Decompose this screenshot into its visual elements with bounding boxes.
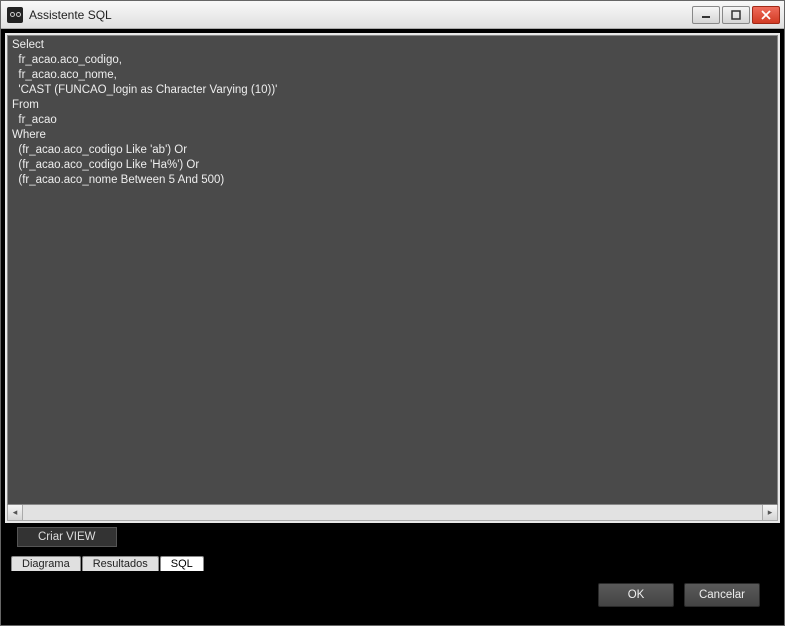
tab-sql[interactable]: SQL: [160, 556, 204, 571]
minimize-icon: [701, 10, 711, 20]
titlebar[interactable]: Assistente SQL: [1, 1, 784, 29]
create-view-button[interactable]: Criar VIEW: [17, 527, 117, 547]
app-icon: [7, 7, 23, 23]
sql-editor[interactable]: Select fr_acao.aco_codigo, fr_acao.aco_n…: [7, 35, 778, 505]
toolbar: Criar VIEW: [5, 523, 780, 551]
tab-bar: Diagrama Resultados SQL: [5, 551, 780, 571]
close-icon: [761, 10, 771, 20]
scroll-right-button[interactable]: ▸: [762, 505, 778, 520]
maximize-button[interactable]: [722, 6, 750, 24]
window-title: Assistente SQL: [29, 8, 692, 22]
dialog-buttons: OK Cancelar: [5, 571, 780, 619]
app-window: Assistente SQL Select fr_acao.aco_codigo…: [0, 0, 785, 626]
ok-button[interactable]: OK: [598, 583, 674, 607]
editor-panel: Select fr_acao.aco_codigo, fr_acao.aco_n…: [5, 33, 780, 523]
cancel-button[interactable]: Cancelar: [684, 583, 760, 607]
client-area: Select fr_acao.aco_codigo, fr_acao.aco_n…: [1, 29, 784, 625]
tab-resultados[interactable]: Resultados: [82, 556, 159, 571]
minimize-button[interactable]: [692, 6, 720, 24]
tab-diagrama[interactable]: Diagrama: [11, 556, 81, 571]
window-controls: [692, 6, 780, 24]
close-button[interactable]: [752, 6, 780, 24]
scroll-left-button[interactable]: ◂: [7, 505, 23, 520]
maximize-icon: [731, 10, 741, 20]
horizontal-scrollbar[interactable]: ◂ ▸: [7, 505, 778, 521]
